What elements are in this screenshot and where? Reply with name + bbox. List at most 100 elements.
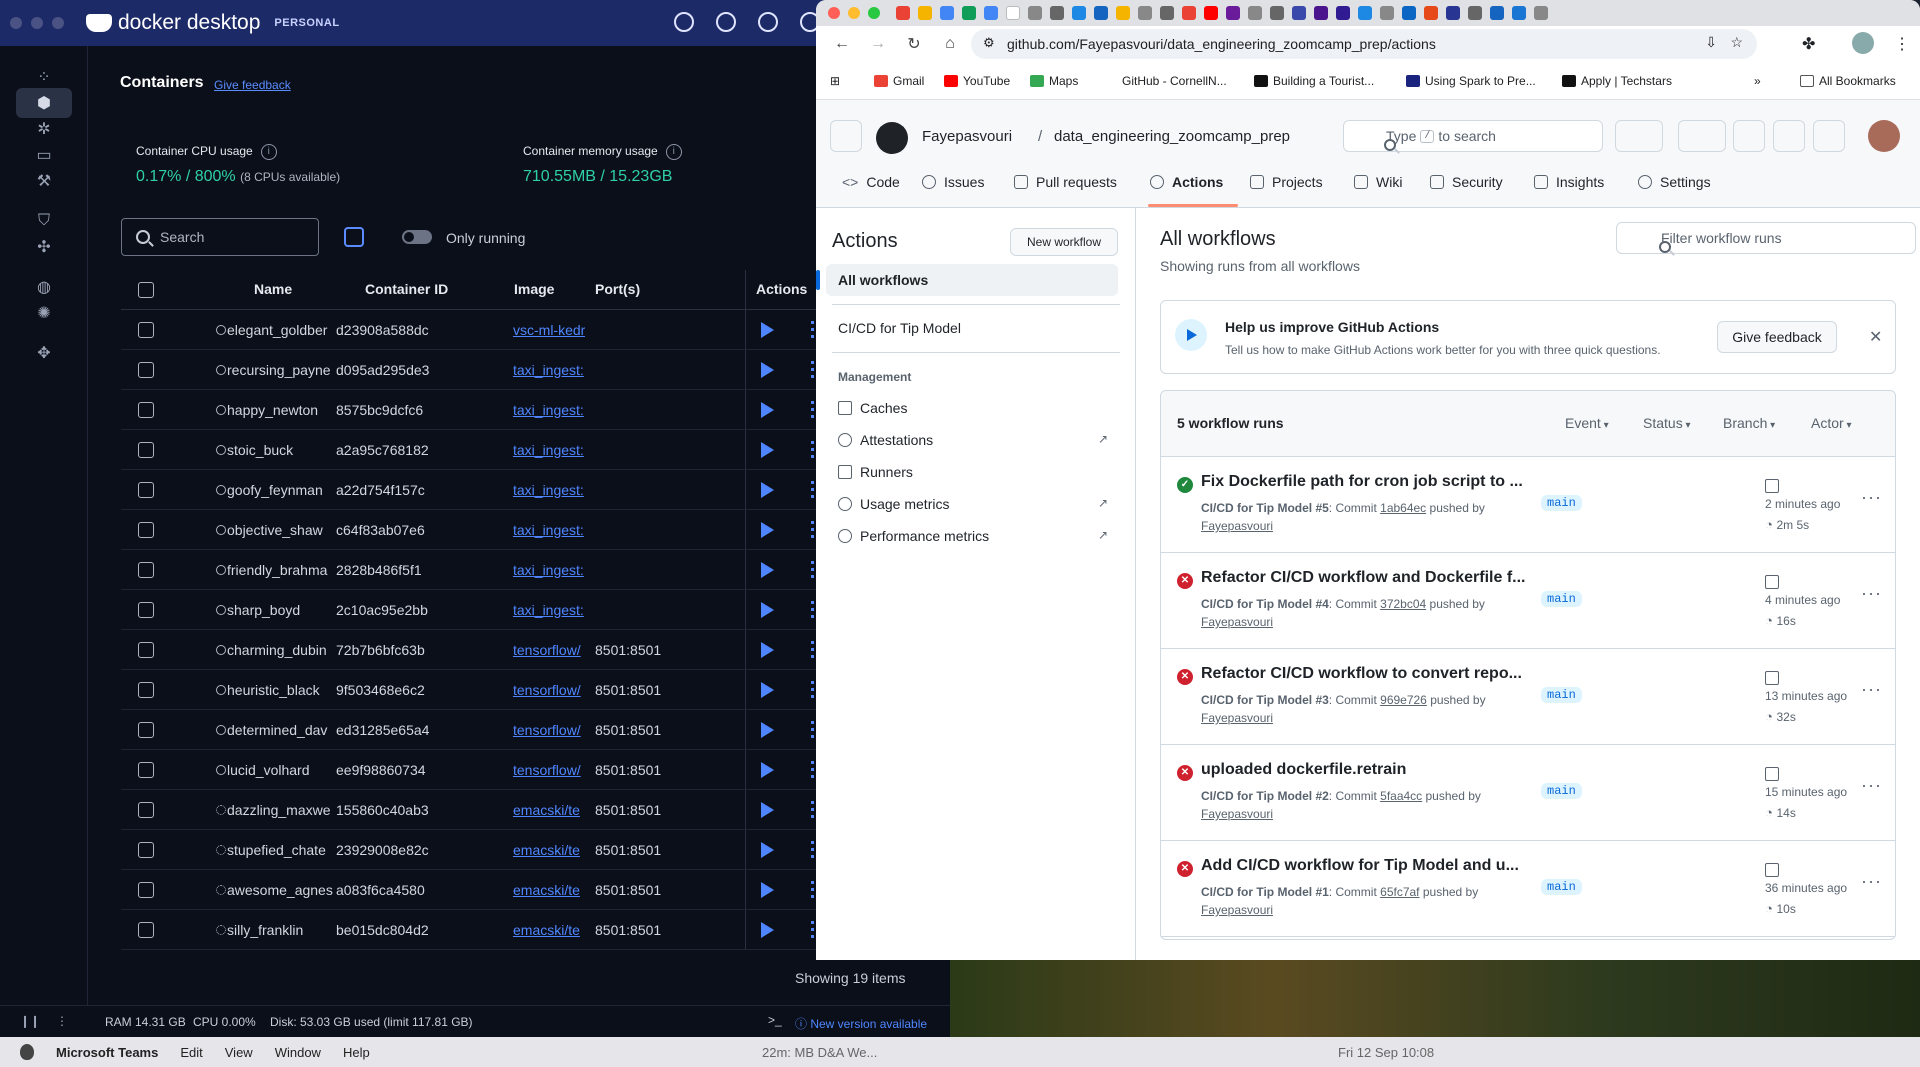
start-icon[interactable] <box>761 562 774 578</box>
image-link[interactable]: emacski/te <box>513 922 585 938</box>
branch-label[interactable]: main <box>1541 495 1582 511</box>
forward-icon[interactable]: → <box>868 35 888 53</box>
more-actions-icon[interactable] <box>811 601 814 619</box>
col-name[interactable]: Name <box>254 281 292 297</box>
container-name[interactable]: sharp_boyd <box>227 602 337 618</box>
workflow-run-row[interactable]: ✕ Add CI/CD workflow for Tip Model and u.… <box>1161 841 1895 937</box>
close-icon[interactable]: ✕ <box>1869 327 1882 347</box>
builds-icon[interactable]: ⚒ <box>16 166 72 196</box>
container-name[interactable]: silly_franklin <box>227 922 337 938</box>
close-dot[interactable] <box>828 7 840 19</box>
more-actions-icon[interactable] <box>811 561 814 579</box>
menu-view[interactable]: View <box>225 1045 253 1060</box>
status-filter[interactable]: Status <box>1643 415 1691 431</box>
info-icon[interactable]: i <box>260 144 277 160</box>
commit-link[interactable]: 5faa4cc <box>1380 789 1422 803</box>
nav-workflow[interactable]: CI/CD for Tip Model <box>826 312 1118 344</box>
back-icon[interactable]: ← <box>832 35 852 53</box>
container-name[interactable]: goofy_feynman <box>227 482 337 498</box>
image-link[interactable]: tensorflow/ <box>513 722 585 738</box>
actor-link[interactable]: Fayepasvouri <box>1201 807 1273 821</box>
container-name[interactable]: objective_shaw <box>227 522 337 538</box>
image-link[interactable]: taxi_ingest: <box>513 482 585 498</box>
terminal-icon[interactable]: >_ <box>768 1013 782 1027</box>
run-title[interactable]: Fix Dockerfile path for cron job script … <box>1201 473 1523 491</box>
more-actions-icon[interactable] <box>811 761 814 779</box>
apple-icon[interactable] <box>20 1044 34 1060</box>
container-name[interactable]: lucid_volhard <box>227 762 337 778</box>
workflow-run-row[interactable]: ✕ Refactor CI/CD workflow to convert repo… <box>1161 649 1895 745</box>
run-title[interactable]: Refactor CI/CD workflow and Dockerfile f… <box>1201 569 1526 587</box>
info-icon[interactable]: i <box>665 144 682 160</box>
more-actions-icon[interactable] <box>811 721 814 739</box>
container-name[interactable]: elegant_goldber <box>227 322 337 338</box>
image-link[interactable]: vsc-ml-kedr <box>513 322 585 338</box>
bookmark-maps[interactable]: Maps <box>1030 74 1078 88</box>
kebab-icon[interactable]: ··· <box>1861 679 1882 700</box>
nav-performance-metrics[interactable]: Performance metrics <box>838 528 989 544</box>
install-icon[interactable]: ⇩ <box>1705 34 1717 51</box>
more-actions-icon[interactable] <box>811 321 814 339</box>
repo-owner[interactable]: Fayepasvouri <box>922 128 1012 145</box>
bookmark-youtube[interactable]: YouTube <box>944 74 1010 88</box>
run-title[interactable]: uploaded dockerfile.retrain <box>1201 761 1406 779</box>
row-checkbox[interactable] <box>138 642 154 658</box>
container-name[interactable]: recursing_payne <box>227 362 337 378</box>
start-icon[interactable] <box>761 362 774 378</box>
start-icon[interactable] <box>761 642 774 658</box>
col-ports[interactable]: Port(s) <box>595 281 640 297</box>
actor-link[interactable]: Fayepasvouri <box>1201 615 1273 629</box>
nav-attestations[interactable]: Attestations <box>838 432 933 448</box>
github-search-input[interactable]: Type / to search <box>1343 120 1603 152</box>
bell-icon[interactable] <box>758 12 778 32</box>
site-info-icon[interactable]: ⚙ <box>983 35 995 51</box>
image-link[interactable]: emacski/te <box>513 802 585 818</box>
image-link[interactable]: tensorflow/ <box>513 682 585 698</box>
hamburger-icon[interactable] <box>830 120 862 152</box>
row-checkbox[interactable] <box>138 682 154 698</box>
tab-settings[interactable]: Settings <box>1638 174 1711 190</box>
close-dot[interactable] <box>10 17 22 29</box>
row-checkbox[interactable] <box>138 482 154 498</box>
start-icon[interactable] <box>761 442 774 458</box>
more-actions-icon[interactable] <box>811 881 814 899</box>
row-checkbox[interactable] <box>138 762 154 778</box>
image-link[interactable]: taxi_ingest: <box>513 562 585 578</box>
image-link[interactable]: tensorflow/ <box>513 642 585 658</box>
row-checkbox[interactable] <box>138 842 154 858</box>
tab-insights[interactable]: Insights <box>1534 174 1604 190</box>
container-name[interactable]: heuristic_black <box>227 682 337 698</box>
actor-link[interactable]: Fayepasvouri <box>1201 519 1273 533</box>
puzzle-icon[interactable]: ✥ <box>16 338 72 368</box>
image-link[interactable]: emacski/te <box>513 882 585 898</box>
more-actions-icon[interactable] <box>811 921 814 939</box>
profile-avatar[interactable] <box>1852 32 1874 54</box>
more-actions-icon[interactable] <box>811 521 814 539</box>
workflow-run-row[interactable]: ✕ Refactor CI/CD workflow and Dockerfile … <box>1161 553 1895 649</box>
branch-label[interactable]: main <box>1541 591 1582 607</box>
workflow-run-row[interactable]: ✓ Fix Dockerfile path for cron job script… <box>1161 457 1895 553</box>
bookmark-tourist[interactable]: Building a Tourist... <box>1254 74 1374 88</box>
menu-help[interactable]: Help <box>343 1045 370 1060</box>
row-checkbox[interactable] <box>138 802 154 818</box>
kebab-icon[interactable]: ··· <box>1861 871 1882 892</box>
image-link[interactable]: taxi_ingest: <box>513 522 585 538</box>
image-link[interactable]: taxi_ingest: <box>513 362 585 378</box>
container-name[interactable]: stoic_buck <box>227 442 337 458</box>
bookmark-github[interactable]: GitHub - CornellN... <box>1122 74 1227 88</box>
tab-actions[interactable]: Actions <box>1150 174 1223 190</box>
repo-name[interactable]: data_engineering_zoomcamp_prep <box>1054 128 1290 145</box>
tab-code[interactable]: <> Code <box>842 174 900 190</box>
pull-requests-icon[interactable] <box>1773 120 1805 152</box>
tab-pull-requests[interactable]: Pull requests <box>1014 174 1117 190</box>
more-actions-icon[interactable] <box>811 681 814 699</box>
kebab-icon[interactable]: ··· <box>1861 487 1882 508</box>
more-actions-icon[interactable] <box>811 841 814 859</box>
start-icon[interactable] <box>761 722 774 738</box>
nav-runners[interactable]: Runners <box>838 464 913 480</box>
bookmark-techstars[interactable]: Apply | Techstars <box>1562 74 1672 88</box>
start-icon[interactable] <box>761 682 774 698</box>
commit-link[interactable]: 1ab64ec <box>1380 501 1426 515</box>
tab-security[interactable]: Security <box>1430 174 1503 190</box>
commit-link[interactable]: 372bc04 <box>1380 597 1426 611</box>
